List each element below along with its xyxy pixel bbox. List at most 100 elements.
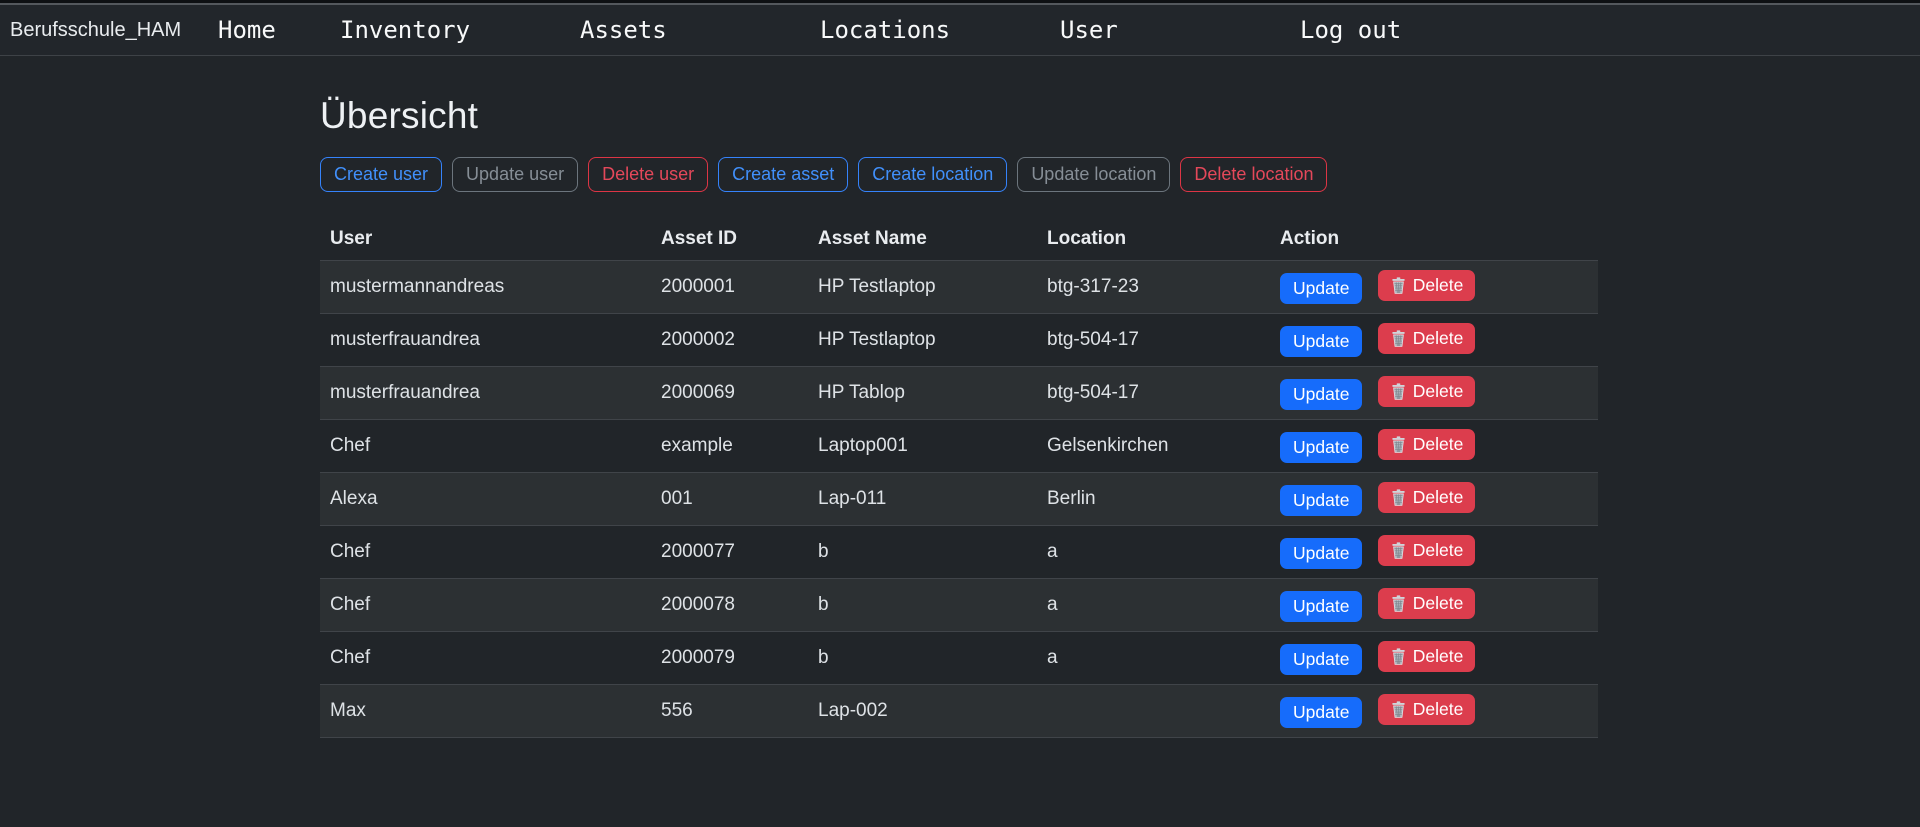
- cell-location: a: [1037, 631, 1270, 684]
- table-row: Chef 2000079 b a Update Delete: [320, 631, 1598, 684]
- delete-button-label: Delete: [1413, 275, 1464, 296]
- cell-location: btg-504-17: [1037, 366, 1270, 419]
- cell-asset-name: b: [808, 631, 1037, 684]
- trash-icon: [1390, 595, 1407, 612]
- cell-user: Max: [320, 684, 651, 737]
- assets-table-head: User Asset ID Asset Name Location Action: [320, 219, 1598, 261]
- update-button[interactable]: Update: [1280, 432, 1362, 463]
- update-location-button[interactable]: Update location: [1017, 157, 1170, 192]
- cell-asset-id: 556: [651, 684, 808, 737]
- delete-button-label: Delete: [1413, 487, 1464, 508]
- cell-asset-name: HP Tablop: [808, 366, 1037, 419]
- delete-button[interactable]: Delete: [1378, 429, 1476, 460]
- page-title: Übersicht: [320, 95, 1598, 137]
- delete-button-label: Delete: [1413, 434, 1464, 455]
- trash-icon: [1390, 330, 1407, 347]
- navbar-brand[interactable]: Berufsschule_HAM: [10, 19, 198, 42]
- column-header-action: Action: [1270, 219, 1598, 261]
- trash-icon: [1390, 542, 1407, 559]
- cell-action: Update Delete: [1270, 631, 1598, 684]
- delete-button[interactable]: Delete: [1378, 535, 1476, 566]
- delete-button-label: Delete: [1413, 593, 1464, 614]
- nav-link-user[interactable]: User: [1060, 16, 1118, 44]
- column-header-asset-name: Asset Name: [808, 219, 1037, 261]
- trash-icon: [1390, 383, 1407, 400]
- cell-location: [1037, 684, 1270, 737]
- assets-table-body: mustermannandreas 2000001 HP Testlaptop …: [320, 260, 1598, 737]
- create-asset-button[interactable]: Create asset: [718, 157, 848, 192]
- main-content: Übersicht Create user Update user Delete…: [320, 95, 1598, 738]
- cell-asset-name: Lap-002: [808, 684, 1037, 737]
- delete-button-label: Delete: [1413, 381, 1464, 402]
- column-header-asset-id: Asset ID: [651, 219, 808, 261]
- assets-table: User Asset ID Asset Name Location Action…: [320, 219, 1598, 738]
- create-user-button[interactable]: Create user: [320, 157, 442, 192]
- cell-action: Update Delete: [1270, 419, 1598, 472]
- delete-button[interactable]: Delete: [1378, 482, 1476, 513]
- app-window: Berufsschule_HAM Home Inventory Assets L…: [0, 0, 1920, 827]
- table-row: Alexa 001 Lap-011 Berlin Update Delete: [320, 472, 1598, 525]
- cell-asset-name: b: [808, 578, 1037, 631]
- delete-button[interactable]: Delete: [1378, 694, 1476, 725]
- cell-action: Update Delete: [1270, 260, 1598, 313]
- cell-asset-name: HP Testlaptop: [808, 313, 1037, 366]
- nav-link-locations[interactable]: Locations: [820, 16, 950, 44]
- table-row: Max 556 Lap-002 Update Delete: [320, 684, 1598, 737]
- delete-button-label: Delete: [1413, 699, 1464, 720]
- cell-asset-id: example: [651, 419, 808, 472]
- delete-user-button[interactable]: Delete user: [588, 157, 708, 192]
- table-row: musterfrauandrea 2000002 HP Testlaptop b…: [320, 313, 1598, 366]
- update-button[interactable]: Update: [1280, 273, 1362, 304]
- nav-link-assets[interactable]: Assets: [580, 16, 667, 44]
- update-user-button[interactable]: Update user: [452, 157, 578, 192]
- table-row: mustermannandreas 2000001 HP Testlaptop …: [320, 260, 1598, 313]
- update-button[interactable]: Update: [1280, 644, 1362, 675]
- table-row: musterfrauandrea 2000069 HP Tablop btg-5…: [320, 366, 1598, 419]
- cell-asset-name: Laptop001: [808, 419, 1037, 472]
- trash-icon: [1390, 648, 1407, 665]
- cell-asset-name: Lap-011: [808, 472, 1037, 525]
- update-button[interactable]: Update: [1280, 591, 1362, 622]
- cell-location: a: [1037, 525, 1270, 578]
- cell-location: a: [1037, 578, 1270, 631]
- cell-user: musterfrauandrea: [320, 313, 651, 366]
- update-button[interactable]: Update: [1280, 326, 1362, 357]
- delete-button[interactable]: Delete: [1378, 376, 1476, 407]
- navbar: Berufsschule_HAM Home Inventory Assets L…: [0, 5, 1920, 56]
- update-button[interactable]: Update: [1280, 379, 1362, 410]
- update-button[interactable]: Update: [1280, 538, 1362, 569]
- cell-asset-name: HP Testlaptop: [808, 260, 1037, 313]
- delete-button-label: Delete: [1413, 646, 1464, 667]
- cell-asset-id: 2000079: [651, 631, 808, 684]
- delete-button[interactable]: Delete: [1378, 270, 1476, 301]
- nav-link-home[interactable]: Home: [218, 16, 276, 44]
- update-button[interactable]: Update: [1280, 697, 1362, 728]
- trash-icon: [1390, 277, 1407, 294]
- cell-asset-id: 2000069: [651, 366, 808, 419]
- delete-button[interactable]: Delete: [1378, 641, 1476, 672]
- cell-user: musterfrauandrea: [320, 366, 651, 419]
- create-location-button[interactable]: Create location: [858, 157, 1007, 192]
- nav-link-log-out[interactable]: Log out: [1300, 16, 1401, 44]
- cell-asset-name: b: [808, 525, 1037, 578]
- trash-icon: [1390, 489, 1407, 506]
- delete-button[interactable]: Delete: [1378, 323, 1476, 354]
- update-button[interactable]: Update: [1280, 485, 1362, 516]
- cell-action: Update Delete: [1270, 313, 1598, 366]
- cell-asset-id: 001: [651, 472, 808, 525]
- trash-icon: [1390, 701, 1407, 718]
- trash-icon: [1390, 436, 1407, 453]
- table-row: Chef example Laptop001 Gelsenkirchen Upd…: [320, 419, 1598, 472]
- column-header-location: Location: [1037, 219, 1270, 261]
- delete-button[interactable]: Delete: [1378, 588, 1476, 619]
- delete-location-button[interactable]: Delete location: [1180, 157, 1327, 192]
- cell-location: Berlin: [1037, 472, 1270, 525]
- navbar-links: Home Inventory Assets Locations User Log…: [218, 16, 1540, 44]
- cell-asset-id: 2000077: [651, 525, 808, 578]
- table-row: Chef 2000077 b a Update Delete: [320, 525, 1598, 578]
- cell-location: btg-317-23: [1037, 260, 1270, 313]
- cell-user: Chef: [320, 631, 651, 684]
- nav-link-inventory[interactable]: Inventory: [340, 16, 470, 44]
- delete-button-label: Delete: [1413, 328, 1464, 349]
- cell-user: mustermannandreas: [320, 260, 651, 313]
